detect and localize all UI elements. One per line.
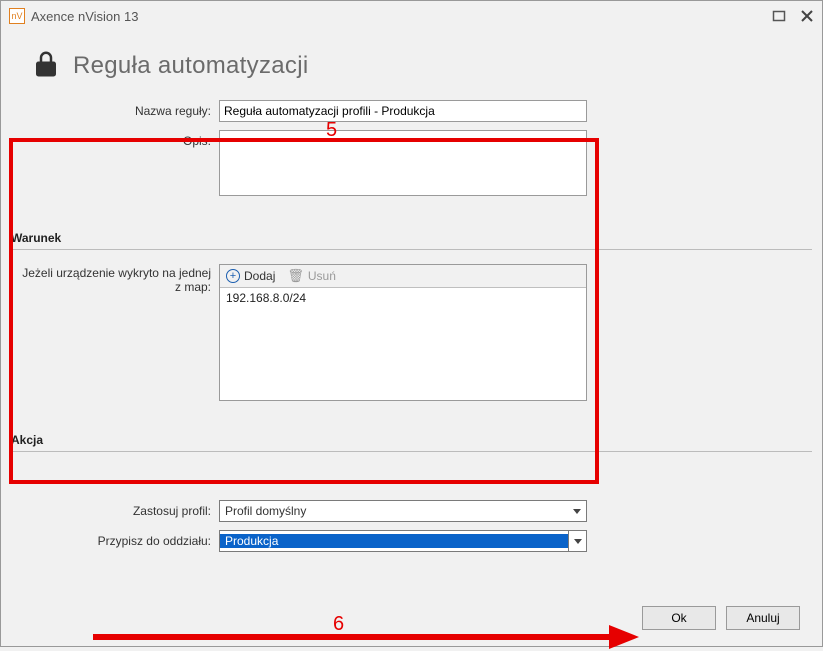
action-form: Zastosuj profil: Profil domyślny Przypis…: [9, 496, 814, 560]
chevron-down-icon: [568, 531, 586, 551]
maps-list[interactable]: 192.168.8.0/24: [220, 288, 586, 400]
maps-toolbar: + Dodaj 🗑 Usuń: [220, 265, 586, 288]
add-map-label: Dodaj: [244, 269, 275, 283]
apply-profile-label: Zastosuj profil:: [21, 500, 219, 518]
button-bar: Ok Anuluj: [9, 596, 814, 640]
content-area: Reguła automatyzacji 5 Nazwa reguły: Opi…: [1, 31, 822, 646]
list-item[interactable]: 192.168.8.0/24: [226, 291, 580, 305]
action-section-header: Akcja: [11, 431, 812, 452]
condition-section-header: Warunek: [11, 229, 812, 250]
titlebar: nV Axence nVision 13: [1, 1, 822, 31]
assign-department-value: Produkcja: [220, 534, 568, 548]
condition-form: Jeżeli urządzenie wykryto na jednej z ma…: [9, 260, 814, 409]
trash-icon: 🗑: [287, 268, 304, 284]
condition-label: Jeżeli urządzenie wykryto na jednej z ma…: [21, 264, 219, 294]
form-top: Nazwa reguły: Opis:: [9, 96, 814, 207]
add-map-button[interactable]: + Dodaj: [226, 269, 275, 283]
close-button[interactable]: [800, 9, 814, 23]
cancel-button[interactable]: Anuluj: [726, 606, 800, 630]
app-icon: nV: [9, 8, 25, 24]
assign-department-select[interactable]: Produkcja: [219, 530, 587, 552]
window-title: Axence nVision 13: [31, 9, 772, 24]
remove-map-button[interactable]: 🗑 Usuń: [287, 268, 336, 284]
page-header: Reguła automatyzacji: [31, 49, 814, 82]
chevron-down-icon: [568, 501, 586, 521]
apply-profile-select[interactable]: Profil domyślny: [219, 500, 587, 522]
window-controls: [772, 9, 814, 23]
maps-panel: + Dodaj 🗑 Usuń 192.168.8.0/24: [219, 264, 587, 401]
rule-name-input[interactable]: [219, 100, 587, 122]
page-title: Reguła automatyzacji: [73, 52, 308, 80]
remove-map-label: Usuń: [308, 269, 336, 283]
rule-name-label: Nazwa reguły:: [21, 100, 219, 118]
description-label: Opis:: [21, 130, 219, 148]
maximize-button[interactable]: [772, 9, 786, 23]
description-textarea[interactable]: [219, 130, 587, 196]
assign-department-label: Przypisz do oddziału:: [21, 530, 219, 548]
plus-icon: +: [226, 269, 240, 283]
lock-icon: [31, 49, 61, 82]
app-window: nV Axence nVision 13 Reguła automatyzacj…: [0, 0, 823, 647]
apply-profile-value: Profil domyślny: [220, 504, 568, 518]
ok-button[interactable]: Ok: [642, 606, 716, 630]
